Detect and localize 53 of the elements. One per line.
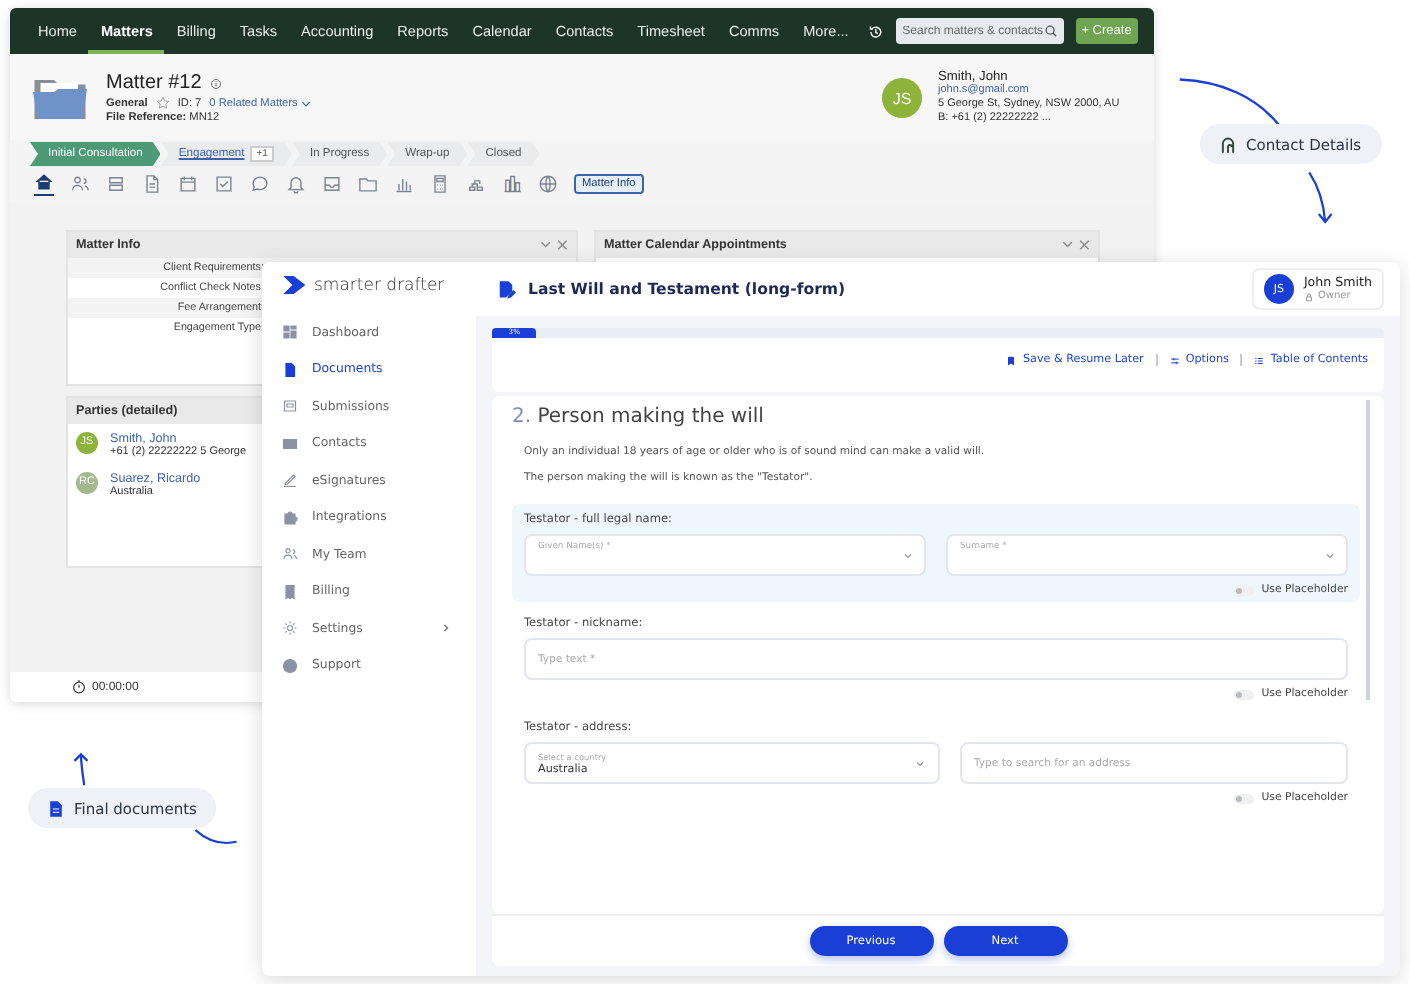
list-icon <box>1254 355 1265 365</box>
bookmark-icon <box>1006 355 1017 365</box>
home-icon[interactable] <box>34 172 54 196</box>
grid-icon <box>282 324 298 341</box>
section-title: Person making the will <box>537 406 764 428</box>
curved-arrow <box>68 750 94 788</box>
collapse-close-icon[interactable] <box>1062 238 1090 252</box>
toggle-switch[interactable] <box>1233 585 1254 595</box>
people-icon <box>282 546 298 563</box>
chevron-down-icon[interactable] <box>914 757 926 769</box>
bell-icon[interactable] <box>286 173 306 195</box>
chevron-down-icon[interactable] <box>1324 550 1336 562</box>
info-icon[interactable] <box>209 77 222 89</box>
chat-icon[interactable] <box>250 173 270 195</box>
checkbox-icon[interactable] <box>214 173 234 195</box>
bar-chart-icon[interactable] <box>394 173 414 195</box>
section-number: 2. <box>512 406 532 428</box>
calculator-icon[interactable] <box>430 173 450 195</box>
arch-icon <box>1220 135 1236 153</box>
chevron-down-icon[interactable] <box>902 550 914 562</box>
calendar-icon[interactable] <box>178 173 198 195</box>
folder-icon[interactable] <box>358 173 378 195</box>
document-icon <box>282 361 298 378</box>
inbox-icon[interactable] <box>322 173 342 195</box>
scrollbar[interactable] <box>1366 400 1370 700</box>
matter-title: Matter #12 <box>106 72 202 94</box>
toggle-switch[interactable] <box>1233 793 1254 803</box>
pen-icon <box>282 472 298 489</box>
collapse-close-icon[interactable] <box>540 238 568 252</box>
building-icon[interactable] <box>502 173 522 195</box>
people-icon[interactable] <box>70 173 90 195</box>
layers-icon[interactable] <box>106 173 126 195</box>
document-icon[interactable] <box>142 173 162 195</box>
contact-avatar: JS <box>882 78 922 118</box>
sliders-icon <box>1169 355 1180 365</box>
globe-icon[interactable] <box>538 173 558 195</box>
gear-icon <box>282 620 298 637</box>
toggle-switch[interactable] <box>1233 689 1254 699</box>
curve-line <box>194 824 238 848</box>
lock-icon <box>1303 291 1314 301</box>
clock-icon[interactable] <box>72 680 86 694</box>
document-icon <box>48 799 64 817</box>
history-icon[interactable] <box>868 21 885 41</box>
tray-icon <box>282 398 298 415</box>
chevron-down-icon[interactable] <box>299 97 312 109</box>
chevron-right-icon[interactable] <box>440 622 452 635</box>
folder-icon <box>30 74 90 122</box>
document-edit-icon <box>496 279 516 299</box>
star-icon[interactable] <box>155 96 170 110</box>
puzzle-icon <box>282 509 298 526</box>
brand-name: smarter drafter <box>314 275 445 295</box>
search-icon <box>1043 24 1058 38</box>
curve-line <box>1178 74 1282 130</box>
